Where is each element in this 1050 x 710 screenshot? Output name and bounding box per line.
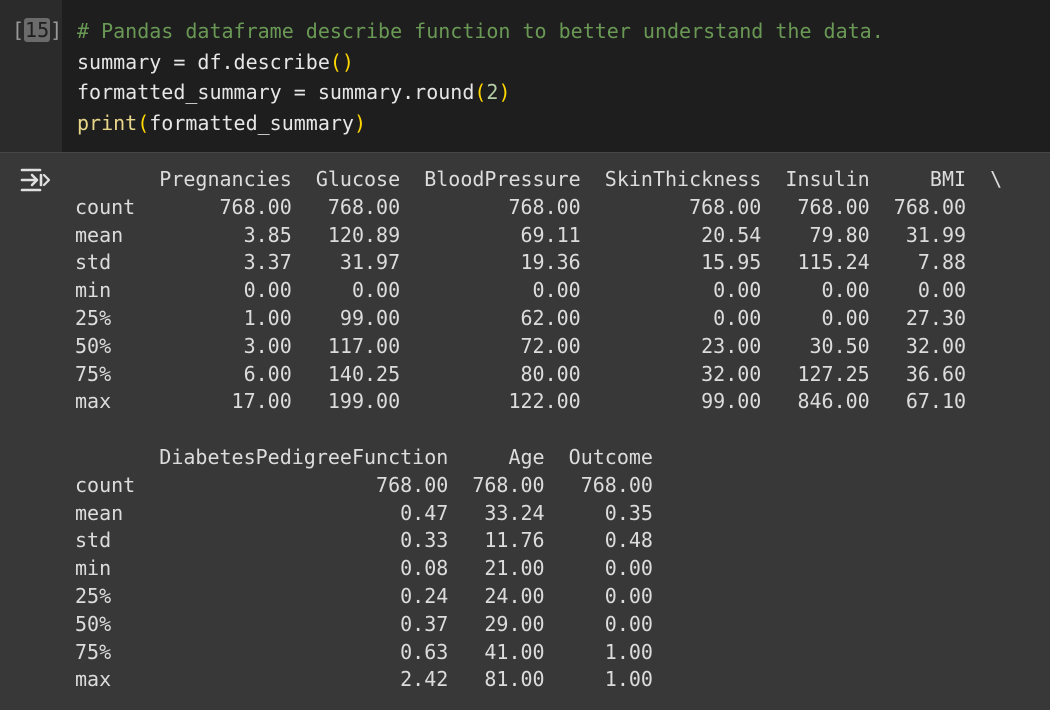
table1-row: min 0.00 0.00 0.00 0.00 0.00 0.00 bbox=[75, 278, 967, 303]
execution-count[interactable]: [15] bbox=[12, 16, 62, 44]
table1-row: mean 3.85 120.89 69.11 20.54 79.80 31.99 bbox=[75, 222, 967, 247]
table1-row: 25% 1.00 99.00 62.00 0.00 0.00 27.30 bbox=[75, 305, 967, 330]
code-line-3: formatted_summary = summary.round(2) bbox=[77, 80, 511, 104]
table1-row: 75% 6.00 140.25 80.00 32.00 127.25 36.60 bbox=[75, 361, 967, 386]
cell-gutter: [15] bbox=[0, 0, 62, 152]
code-cell[interactable]: [15] # Pandas dataframe describe functio… bbox=[0, 0, 1050, 153]
table2-row: std 0.33 11.76 0.48 bbox=[75, 528, 653, 553]
table1-row: max 17.00 199.00 122.00 99.00 846.00 67.… bbox=[75, 389, 967, 414]
table2-row: max 2.42 81.00 1.00 bbox=[75, 667, 653, 692]
table1-row: std 3.37 31.97 19.36 15.95 115.24 7.88 bbox=[75, 250, 967, 275]
table2-row: 75% 0.63 41.00 1.00 bbox=[75, 639, 653, 664]
table2-header: DiabetesPedigreeFunction Age Outcome bbox=[75, 444, 653, 469]
cell-output: Pregnancies Glucose BloodPressure SkinTh… bbox=[75, 166, 1002, 694]
code-line-4: print(formatted_summary) bbox=[77, 110, 367, 135]
table2-row: mean 0.47 33.24 0.35 bbox=[75, 500, 653, 525]
table2-row: 50% 0.37 29.00 0.00 bbox=[75, 611, 653, 636]
output-expand-icon[interactable] bbox=[18, 166, 52, 196]
table1-row: 50% 3.00 117.00 72.00 23.00 30.50 32.00 bbox=[75, 333, 967, 358]
code-editor[interactable]: # Pandas dataframe describe function to … bbox=[77, 16, 884, 138]
table2-row: count 768.00 768.00 768.00 bbox=[75, 472, 653, 497]
table1-row: count 768.00 768.00 768.00 768.00 768.00… bbox=[75, 194, 967, 219]
code-line-2: summary = df.describe() bbox=[77, 49, 354, 74]
execution-count-number: 15 bbox=[24, 18, 51, 42]
code-comment: # Pandas dataframe describe function to … bbox=[77, 19, 884, 43]
table1-header: Pregnancies Glucose BloodPressure SkinTh… bbox=[75, 167, 1003, 191]
table2-row: min 0.08 21.00 0.00 bbox=[75, 556, 653, 581]
table2-row: 25% 0.24 24.00 0.00 bbox=[75, 583, 653, 608]
